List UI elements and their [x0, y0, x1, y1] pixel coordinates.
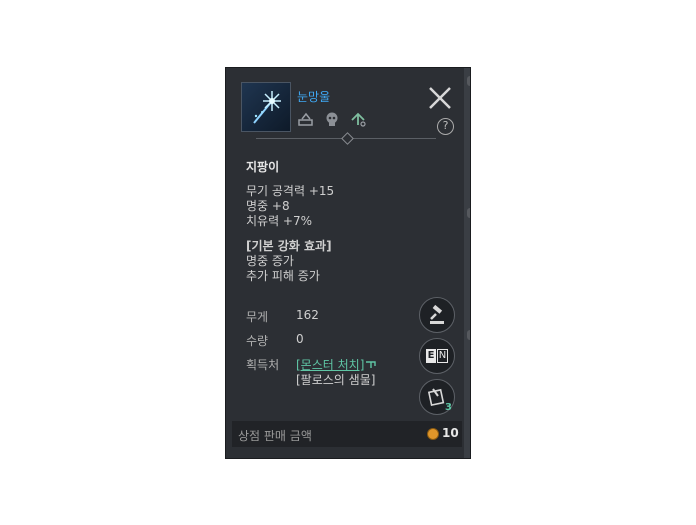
item-stat: 치유력 +7% [246, 214, 313, 228]
lang-e: E [426, 349, 436, 363]
item-name: 눈망울 [297, 90, 331, 104]
quantity-label: 수량 [246, 334, 269, 348]
enhance-effect: 추가 피해 증가 [246, 269, 320, 283]
enhance-effect: 명중 증가 [246, 254, 294, 268]
weight-value: 162 [296, 308, 319, 322]
enhance-title: [기본 강화 효과] [246, 239, 332, 253]
auction-icon [430, 304, 444, 324]
coin-icon [427, 428, 439, 440]
tradeable-icon [298, 112, 313, 126]
edge-marker [467, 76, 470, 86]
item-tooltip-panel: 눈망울 ? 지팡이 무기 공격력 +15 명중 +8 치유력 +7% [기본 강… [225, 67, 471, 459]
link-arrow-icon[interactable] [365, 360, 377, 370]
item-stat: 명중 +8 [246, 199, 290, 213]
sell-price-label: 상점 판매 금액 [238, 429, 312, 443]
translate-button[interactable]: E N [419, 338, 455, 374]
edge-marker [467, 330, 470, 340]
compare-count: 3 [445, 402, 452, 413]
lang-n: N [437, 349, 448, 363]
panel-right-edge [464, 68, 470, 458]
upgrade-icon [351, 112, 366, 127]
divider-diamond [341, 132, 354, 145]
edge-marker [467, 208, 470, 218]
skull-icon [326, 112, 338, 126]
item-status-icons [297, 110, 367, 128]
source-other: [팔로스의 샘물] [296, 373, 376, 387]
compare-button[interactable]: 3 [419, 379, 455, 415]
help-icon[interactable]: ? [437, 118, 454, 135]
close-icon[interactable] [426, 84, 454, 112]
item-stat: 무기 공격력 +15 [246, 184, 335, 198]
sell-price-value: 10 [442, 426, 459, 440]
weight-label: 무게 [246, 310, 269, 324]
translate-icon: E N [426, 349, 448, 363]
quantity-value: 0 [296, 332, 304, 346]
item-type: 지팡이 [246, 160, 280, 174]
sell-price-bar: 상점 판매 금액 10 [232, 421, 462, 447]
close-button[interactable] [426, 84, 454, 112]
snowflake-staff-icon [241, 82, 291, 132]
source-link[interactable]: [몬스터 처치] [296, 358, 364, 372]
auction-button[interactable] [419, 297, 455, 333]
source-label: 획득처 [246, 358, 280, 372]
